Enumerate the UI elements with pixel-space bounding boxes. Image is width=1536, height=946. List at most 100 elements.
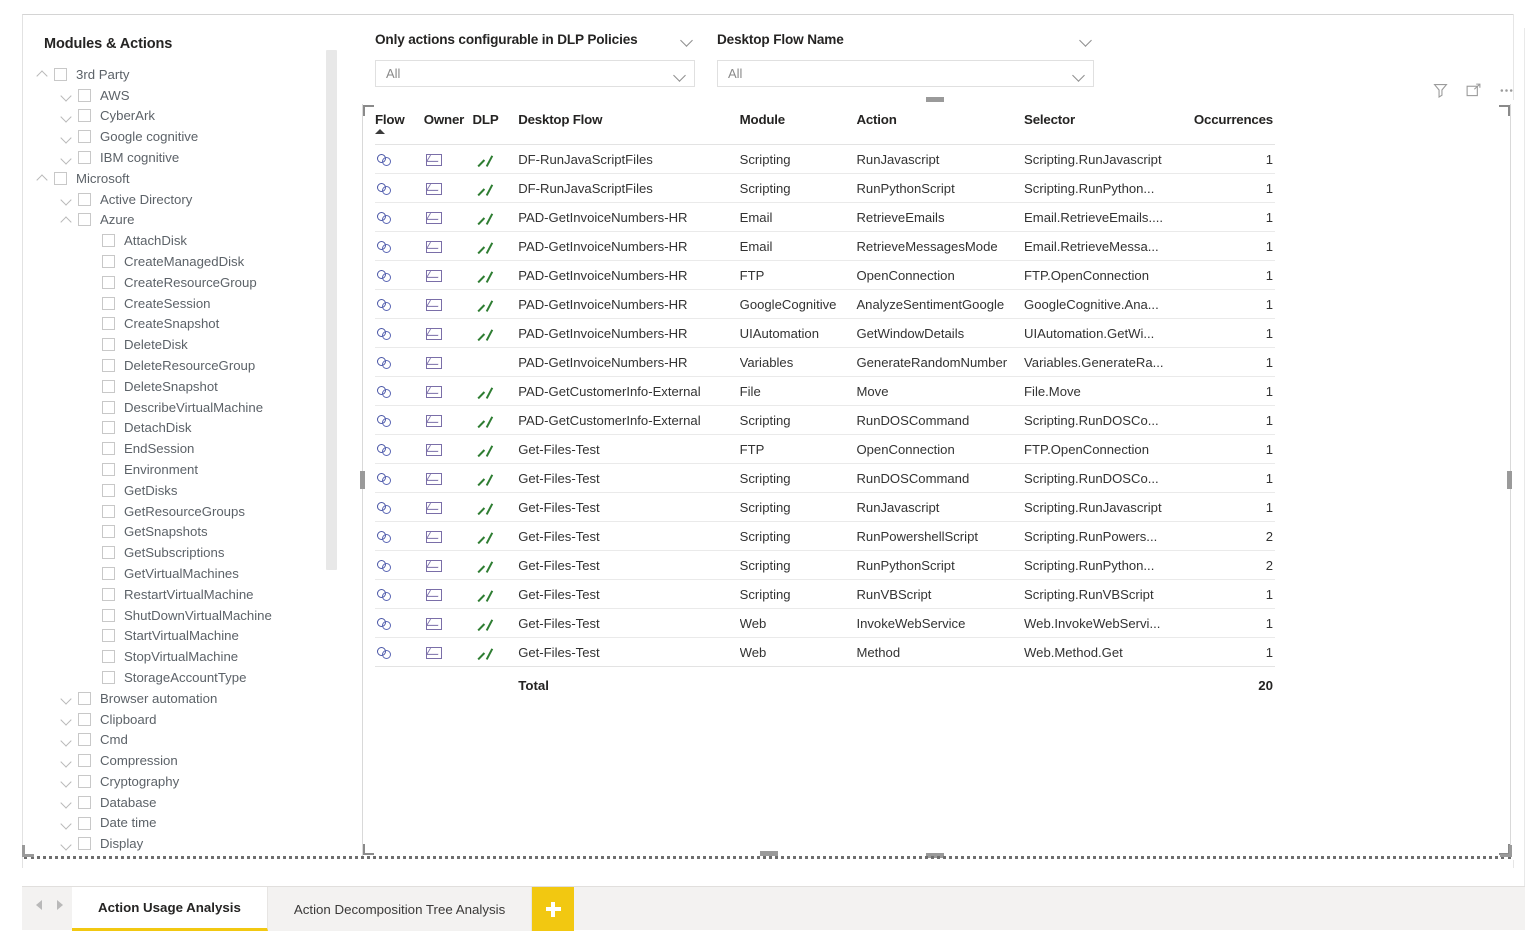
owner-mail-icon[interactable] [425, 328, 442, 341]
tree-item-checkbox[interactable] [78, 192, 91, 206]
add-page-button[interactable] [532, 887, 575, 931]
tree-item[interactable]: Cmd [24, 730, 342, 751]
table-row[interactable]: Get-Files-Test Scripting RunVBScript Script… [375, 579, 1275, 609]
tree-item-checkbox[interactable] [102, 567, 115, 581]
column-header-occurrences[interactable]: Occurrences [1178, 112, 1275, 145]
tree-item[interactable]: Azure [24, 210, 342, 231]
flow-link-icon[interactable] [377, 153, 394, 167]
owner-mail-icon[interactable] [425, 270, 442, 283]
tree-item[interactable]: Active Directory [24, 189, 342, 210]
cell-flow[interactable] [375, 289, 424, 319]
chevron-up-icon[interactable] [60, 213, 74, 227]
tree-item-checkbox[interactable] [102, 504, 115, 518]
tree-item[interactable]: AWS [24, 85, 342, 106]
owner-mail-icon[interactable] [425, 647, 442, 660]
owner-mail-icon[interactable] [425, 444, 442, 457]
page-resize-handle-bottom-left[interactable] [22, 845, 34, 857]
slicer-dropdown[interactable]: All [375, 60, 695, 87]
tree-item[interactable]: StartVirtualMachine [24, 626, 342, 647]
tree-item-checkbox[interactable] [102, 275, 115, 289]
tree-item-checkbox[interactable] [78, 691, 91, 705]
table-row[interactable]: Get-Files-Test Web Method Web.Method.Get 1 [375, 637, 1275, 667]
tree-item-checkbox[interactable] [102, 421, 115, 435]
tree-item[interactable]: Compression [24, 750, 342, 771]
tree-item[interactable]: Cryptography [24, 771, 342, 792]
column-header-module[interactable]: Module [740, 112, 857, 145]
visual-resize-handle-top[interactable] [926, 97, 944, 102]
tree-item-checkbox[interactable] [102, 671, 115, 684]
cell-owner[interactable] [423, 202, 473, 232]
tree-item[interactable]: StorageAccountType [24, 667, 342, 688]
flow-link-icon[interactable] [377, 472, 394, 486]
flow-link-icon[interactable] [377, 211, 394, 225]
tree-item[interactable]: IBM cognitive [24, 147, 342, 168]
table-row[interactable]: Get-Files-Test Scripting RunPythonScript Sc… [375, 550, 1275, 580]
cell-owner[interactable] [423, 550, 473, 580]
tree-item-checkbox[interactable] [78, 130, 91, 144]
chevron-down-icon[interactable] [60, 88, 74, 102]
cell-flow[interactable] [375, 521, 424, 551]
flow-link-icon[interactable] [377, 617, 394, 631]
tree-item-checkbox[interactable] [54, 171, 67, 185]
tree-item-checkbox[interactable] [78, 88, 91, 102]
tree-item-checkbox[interactable] [102, 546, 115, 560]
flow-link-icon[interactable] [377, 269, 394, 283]
cell-flow[interactable] [375, 579, 424, 609]
tree-item-checkbox[interactable] [102, 400, 115, 414]
tree-item-checkbox[interactable] [78, 109, 91, 123]
owner-mail-icon[interactable] [425, 212, 442, 225]
chevron-up-icon[interactable] [36, 171, 50, 185]
cell-owner[interactable] [423, 347, 473, 377]
cell-owner[interactable] [423, 260, 473, 290]
page-tab[interactable]: Action Usage Analysis [72, 887, 268, 931]
cell-flow[interactable] [375, 347, 424, 377]
table-row[interactable]: Get-Files-Test Scripting RunDOSCommand Scri… [375, 463, 1275, 493]
chevron-down-icon[interactable] [60, 109, 74, 123]
tree-item-checkbox[interactable] [102, 255, 115, 269]
cell-owner[interactable] [423, 492, 473, 522]
table-row[interactable]: Get-Files-Test FTP OpenConnection FTP.OpenC… [375, 434, 1275, 464]
chevron-down-icon[interactable] [60, 733, 74, 747]
owner-mail-icon[interactable] [425, 473, 442, 486]
cell-owner[interactable] [423, 289, 473, 319]
tree-item[interactable]: AttachDisk [24, 230, 342, 251]
table-row[interactable]: PAD-GetInvoiceNumbers-HR GoogleCognitive A… [375, 289, 1275, 319]
flow-link-icon[interactable] [377, 530, 394, 544]
chevron-down-icon[interactable] [60, 754, 74, 768]
tree-item[interactable]: GetDisks [24, 480, 342, 501]
cell-owner[interactable] [423, 376, 473, 406]
column-header-action[interactable]: Action [856, 112, 1024, 145]
chevron-down-icon[interactable] [1079, 33, 1092, 46]
cell-flow[interactable] [375, 376, 424, 406]
table-row[interactable]: PAD-GetInvoiceNumbers-HR FTP OpenConnectio… [375, 260, 1275, 290]
tree-item-checkbox[interactable] [102, 338, 115, 352]
tree-item-checkbox[interactable] [102, 442, 115, 456]
tree-item[interactable]: RestartVirtualMachine [24, 584, 342, 605]
tree-item-checkbox[interactable] [102, 296, 115, 310]
table-row[interactable]: PAD-GetInvoiceNumbers-HR Email RetrieveEma… [375, 202, 1275, 232]
cell-flow[interactable] [375, 260, 424, 290]
cell-owner[interactable] [423, 173, 473, 203]
tree-item[interactable]: StopVirtualMachine [24, 646, 342, 667]
tree-item-checkbox[interactable] [78, 213, 91, 227]
tree-item[interactable]: EndSession [24, 438, 342, 459]
tree-item-checkbox[interactable] [78, 151, 91, 165]
flow-link-icon[interactable] [377, 646, 394, 660]
cell-owner[interactable] [423, 434, 473, 464]
table-row[interactable]: Get-Files-Test Scripting RunPowershellScri… [375, 521, 1275, 551]
cell-flow[interactable] [375, 202, 424, 232]
page-resize-handle-bottom-right[interactable] [1500, 845, 1512, 857]
tree-item-checkbox[interactable] [102, 463, 115, 477]
tree-item-checkbox[interactable] [102, 317, 115, 331]
tree-item-checkbox[interactable] [102, 483, 115, 497]
tree-item[interactable]: CreateResourceGroup [24, 272, 342, 293]
chevron-down-icon[interactable] [60, 712, 74, 726]
tree-item-checkbox[interactable] [102, 650, 115, 664]
tree-item-checkbox[interactable] [102, 359, 115, 373]
chevron-down-icon[interactable] [60, 816, 74, 830]
tree-item[interactable]: Date time [24, 813, 342, 834]
table-row[interactable]: PAD-GetCustomerInfo-External File Move File… [375, 376, 1275, 406]
cell-flow[interactable] [375, 550, 424, 580]
tree-item-checkbox[interactable] [54, 67, 67, 81]
cell-flow[interactable] [375, 637, 424, 667]
